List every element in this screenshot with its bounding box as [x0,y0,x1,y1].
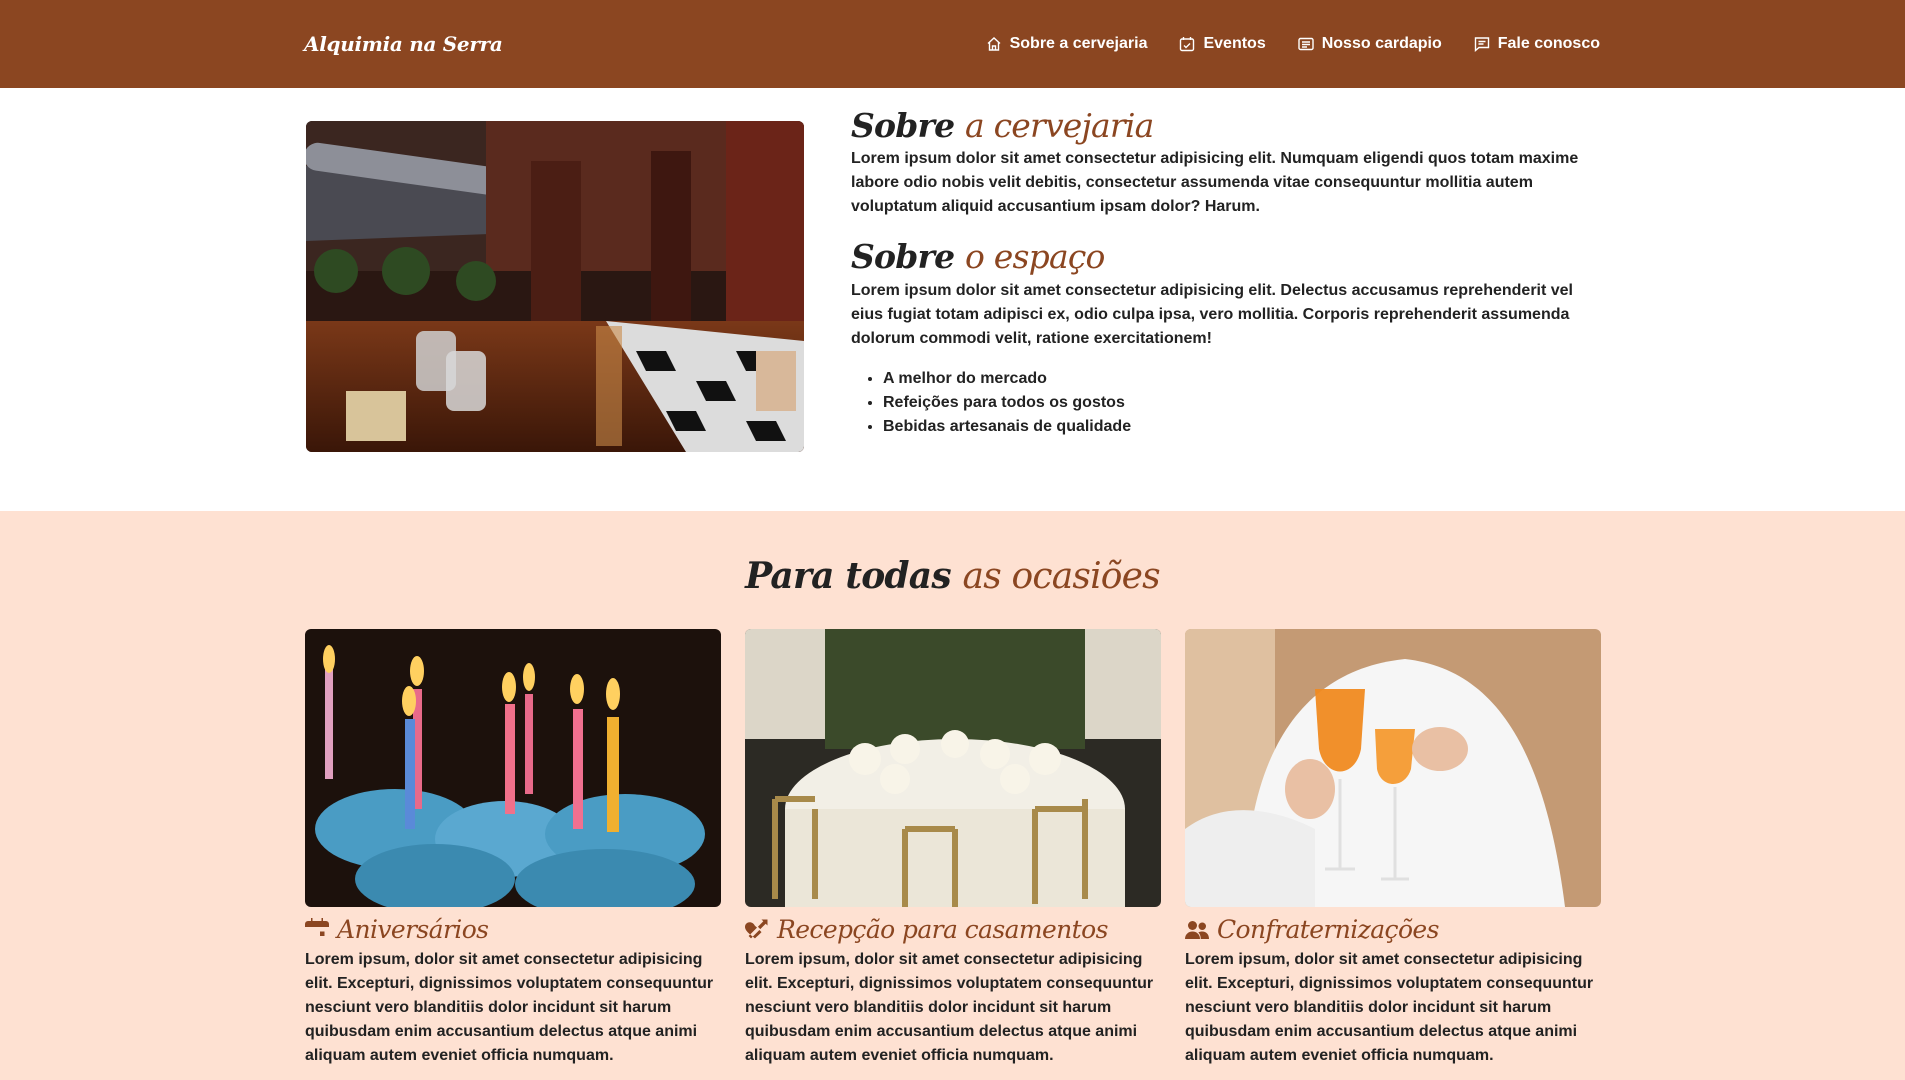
list-item: A melhor do mercado [883,367,1601,391]
occasion-card-gatherings: Confraternizações Lorem ipsum, dolor sit… [1185,629,1601,1068]
occasion-card-birthdays: Aniversários Lorem ipsum, dolor sit amet… [305,629,721,1068]
list-item: Refeições para todos os gostos [883,391,1601,415]
about-heading: Sobre a cervejaria [851,106,1601,145]
space-heading-main: Sobre [851,237,955,277]
space-heading: Sobre o espaço [851,239,1601,275]
navbar: Alquimia na Serra Sobre a cervejaria Eve… [0,0,1905,88]
occasions-section: Para todas as ocasiões Aniversários Lore… [0,511,1905,1080]
about-section: Sobre a cervejaria Lorem ipsum dolor sit… [0,88,1905,511]
card-text: Lorem ipsum, dolor sit amet consectetur … [745,951,1154,1064]
calendar-event-icon [305,917,329,942]
card-text: Lorem ipsum, dolor sit amet consectetur … [1185,951,1594,1064]
occasion-card-weddings: Recepção para casamentos Lorem ipsum, do… [745,629,1161,1068]
space-paragraph: Lorem ipsum dolor sit amet consectetur a… [851,281,1573,347]
list-item: Bebidas artesanais de qualidade [883,415,1601,439]
nav-link-events[interactable]: Eventos [1179,35,1266,53]
nav-link-menu[interactable]: Nosso cardapio [1298,35,1442,53]
brewery-interior-photo [306,121,804,452]
nav-link-contact[interactable]: Fale conosco [1474,35,1600,53]
about-text: Sobre a cervejaria Lorem ipsum dolor sit… [851,106,1601,439]
about-heading-accent: a cervejaria [965,106,1154,145]
space-heading-accent: o espaço [965,237,1105,277]
card-title: Confraternizações [1185,915,1601,944]
nav-link-label: Eventos [1203,35,1266,52]
card-title-label: Aniversários [337,915,489,944]
calendar-check-icon [1180,37,1195,52]
chat-square-text-icon [1474,37,1489,52]
occasions-title-main: Para todas [745,555,951,597]
wedding-table-photo [745,629,1161,907]
brand-logo[interactable]: Alquimia na Serra [304,32,503,56]
features-list: A melhor do mercado Refeições para todos… [851,367,1601,439]
nav-link-label: Sobre a cervejaria [1009,35,1148,52]
people-icon [1185,920,1209,939]
card-title: Aniversários [305,915,721,944]
occasions-title-accent: as ocasiões [962,556,1161,597]
navbar-container: Alquimia na Serra Sobre a cervejaria Eve… [304,32,1600,56]
nav-link-about[interactable]: Sobre a cervejaria [986,35,1148,53]
card-title-label: Confraternizações [1217,915,1439,944]
nav-link-label: Nosso cardapio [1321,35,1442,52]
occasions-title: Para todas as ocasiões [0,555,1905,597]
heart-arrow-icon [745,919,768,938]
toast-glasses-photo [1185,629,1601,907]
birthday-cupcakes-photo [305,629,721,907]
card-text: Lorem ipsum, dolor sit amet consectetur … [305,951,714,1064]
card-text-icon [1298,37,1314,51]
house-icon [987,37,1001,51]
about-heading-main: Sobre [851,106,955,145]
card-title-label: Recepção para casamentos [777,915,1108,944]
nav-links: Sobre a cervejaria Eventos Nosso cardapi… [986,35,1600,53]
about-paragraph: Lorem ipsum dolor sit amet consectetur a… [851,150,1579,216]
nav-link-label: Fale conosco [1497,35,1600,52]
card-title: Recepção para casamentos [745,915,1161,944]
